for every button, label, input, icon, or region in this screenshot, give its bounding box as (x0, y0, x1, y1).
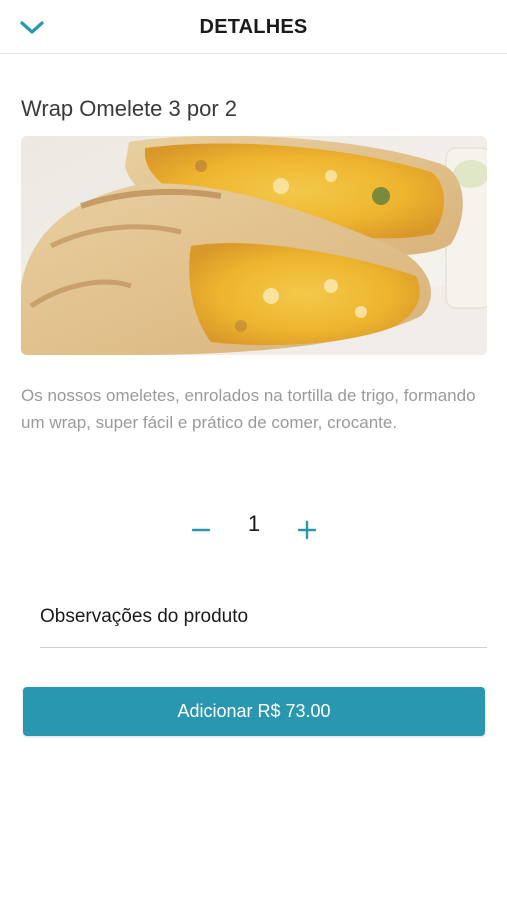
observations-label: Observações do produto (40, 606, 249, 627)
plus-icon (297, 520, 317, 540)
product-description: Os nossos omeletes, enrolados na tortill… (21, 386, 476, 432)
add-button-label: Adicionar R$ 73.00 (177, 701, 331, 721)
page-title: DETALHES (199, 16, 308, 38)
quantity-stepper: 1 (0, 505, 507, 555)
observations-field[interactable]: Observações do produto (40, 596, 487, 648)
decrease-quantity-button[interactable] (184, 513, 218, 547)
quantity-value: 1 (247, 511, 261, 536)
increase-quantity-button[interactable] (290, 513, 324, 547)
add-to-cart-button[interactable]: Adicionar R$ 73.00 (23, 687, 485, 736)
product-name: Wrap Omelete 3 por 2 (21, 96, 238, 121)
product-image (21, 136, 487, 355)
minus-icon (191, 528, 211, 532)
header-bar: DETALHES (0, 0, 507, 54)
